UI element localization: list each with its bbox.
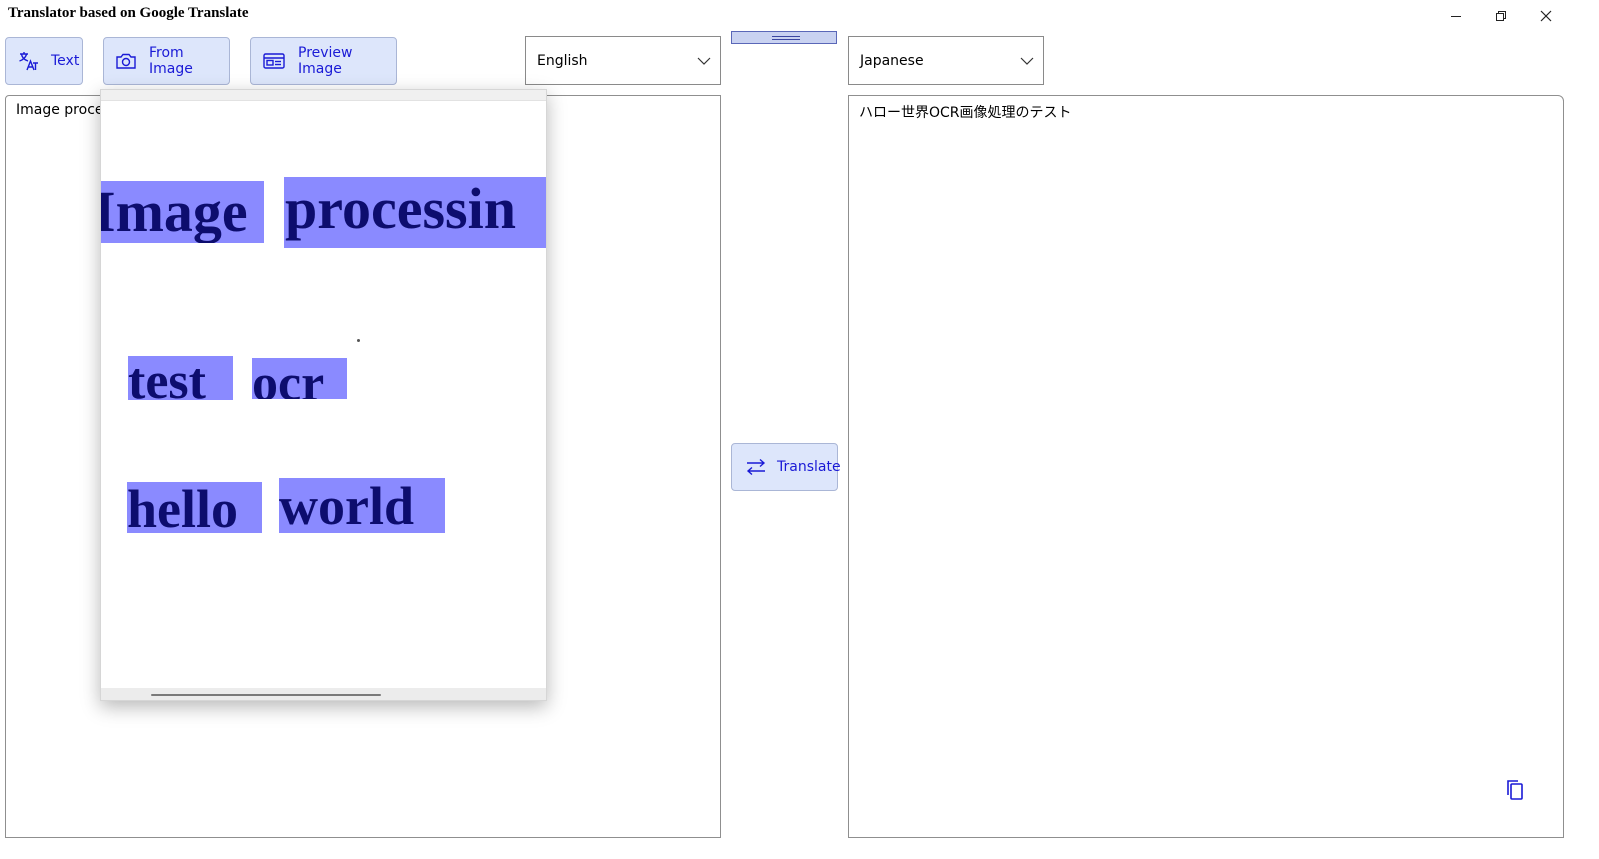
source-language-value: English	[537, 52, 588, 69]
translate-button[interactable]: Translate	[731, 443, 841, 491]
chevron-down-icon	[697, 54, 711, 70]
copy-button[interactable]	[1503, 777, 1527, 803]
image-preview-popup: Image processin test ocr hello world	[100, 89, 547, 701]
text-mode-button[interactable]: Text	[5, 37, 83, 85]
preview-image-button[interactable]: Preview Image	[250, 37, 397, 85]
ocr-word-box: hello	[127, 482, 262, 533]
restore-button[interactable]	[1481, 4, 1521, 28]
window-title: Translator based on Google Translate	[8, 5, 249, 21]
close-icon	[1540, 10, 1552, 22]
chevron-down-icon	[1020, 54, 1034, 70]
preview-image-icon	[262, 51, 286, 71]
pane-splitter-handle[interactable]	[731, 31, 837, 44]
restore-icon	[1496, 11, 1506, 21]
source-language-select[interactable]: English	[525, 36, 721, 85]
ocr-word-box: ocr	[252, 358, 347, 399]
minimize-button[interactable]	[1436, 4, 1476, 28]
from-image-button[interactable]: From Image	[103, 37, 230, 85]
target-language-value: Japanese	[860, 52, 924, 69]
text-mode-label: Text	[51, 53, 80, 69]
ocr-word-box: world	[279, 478, 445, 533]
title-bar: Translator based on Google Translate	[0, 0, 1599, 32]
target-text: ハロー世界OCR画像処理のテスト	[859, 105, 1072, 121]
swap-arrows-icon	[745, 458, 767, 476]
preview-top-bar	[101, 90, 546, 101]
image-noise-dot	[357, 339, 360, 342]
translate-label: Translate	[777, 459, 841, 475]
copy-icon	[1507, 780, 1523, 800]
ocr-word-box: processin	[284, 177, 546, 248]
ocr-word-box: Image	[101, 181, 264, 243]
close-button[interactable]	[1526, 4, 1566, 28]
target-text-area[interactable]: ハロー世界OCR画像処理のテスト	[848, 95, 1564, 838]
translate-icon	[17, 50, 39, 72]
camera-icon	[115, 51, 137, 71]
target-language-select[interactable]: Japanese	[848, 36, 1044, 85]
preview-horizontal-scrollbar[interactable]	[101, 688, 546, 700]
minimize-icon	[1451, 16, 1461, 17]
preview-image-label: Preview Image	[298, 45, 353, 77]
from-image-label: From Image	[149, 45, 193, 77]
ocr-word-box: test	[128, 356, 233, 400]
scrollbar-thumb[interactable]	[151, 694, 381, 696]
